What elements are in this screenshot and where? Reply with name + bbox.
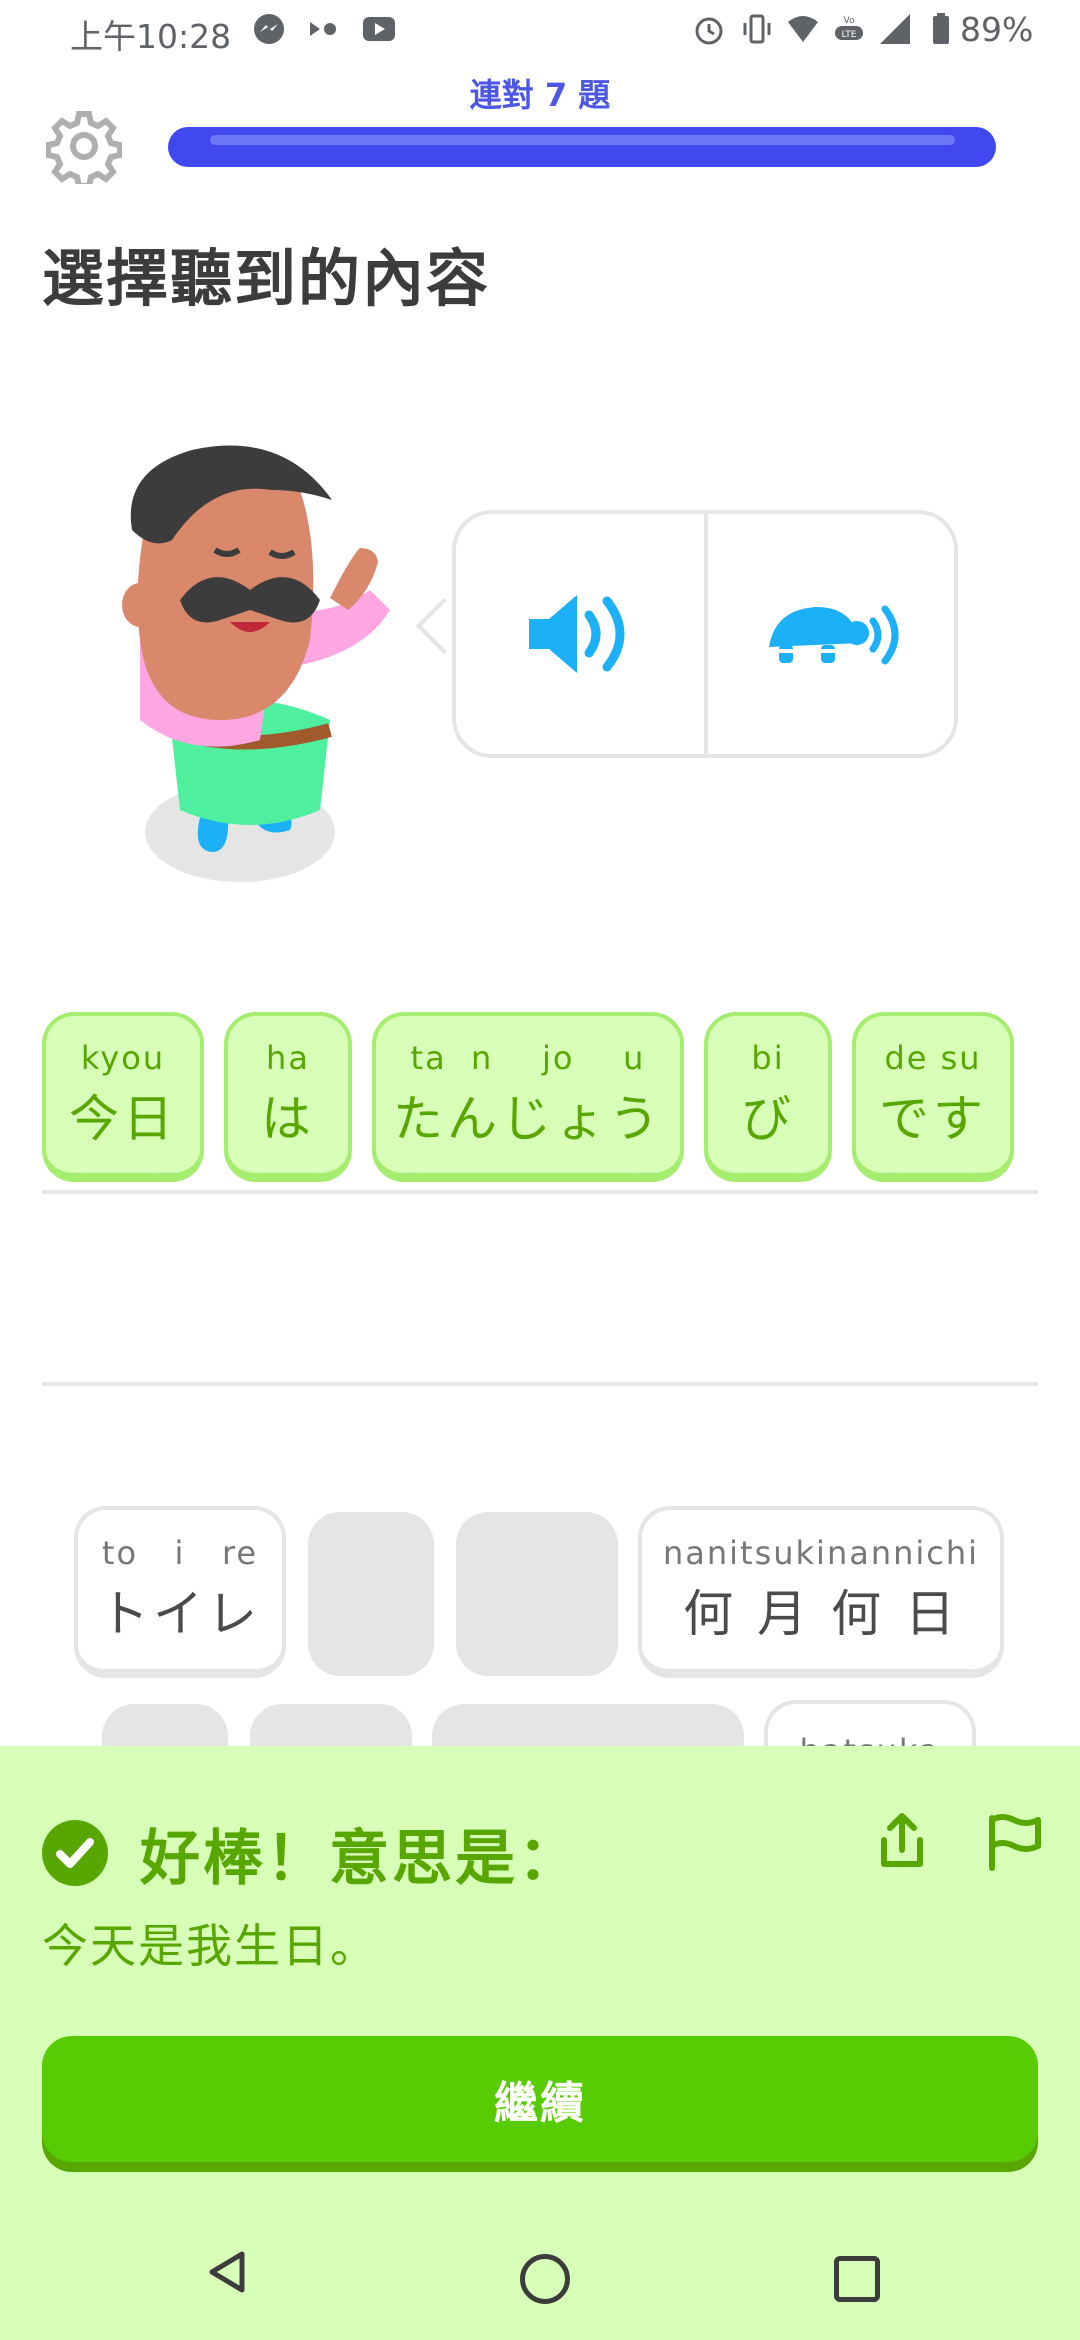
tile-text: は [261, 1089, 315, 1148]
tile-romaji: kyou [80, 1038, 166, 1077]
tile-text: です [879, 1089, 987, 1148]
answer-tile[interactable]: de su です [852, 1012, 1014, 1182]
empty-slot [308, 1512, 434, 1676]
answer-tile[interactable]: kyou 今日 [42, 1012, 204, 1182]
turtle-speaker-icon [765, 605, 899, 665]
media-dots-icon [310, 22, 336, 36]
answer-line-1 [42, 1190, 1038, 1194]
speaker-icon [529, 595, 625, 673]
status-bar: 上午10:28 LTE Vo 89% [0, 0, 1080, 64]
tile-romaji: ta n jo u [410, 1038, 646, 1077]
tile-romaji: nanitsukinannichi [662, 1533, 980, 1572]
tile-romaji: to i re [101, 1533, 259, 1572]
status-time: 上午10:28 [70, 17, 232, 56]
svg-text:Vo: Vo [844, 16, 855, 26]
battery-icon [933, 13, 949, 44]
tile-romaji: ha [266, 1038, 310, 1077]
answer-line-2 [42, 1382, 1038, 1386]
share-icon[interactable] [870, 1810, 934, 1874]
continue-button[interactable]: 繼續 [42, 2036, 1038, 2162]
tile-text: トイレ [99, 1584, 261, 1643]
answer-tile[interactable]: bi び [704, 1012, 832, 1182]
signal-icon [880, 14, 910, 44]
svg-text:LTE: LTE [842, 30, 857, 40]
tile-text: 今日 [69, 1089, 177, 1148]
nav-recents-icon[interactable] [834, 2256, 880, 2302]
tile-text: たんじょう [393, 1089, 663, 1148]
lesson-progress-bar [168, 127, 996, 167]
answer-tile[interactable]: ha は [224, 1012, 352, 1182]
flag-icon[interactable] [978, 1810, 1042, 1874]
progress-highlight [210, 135, 955, 145]
streak-label: 連對 7 題 [469, 76, 611, 114]
tile-romaji: de su [884, 1038, 982, 1077]
character-illustration [122, 445, 390, 882]
feedback-translation: 今天是我生日。 [42, 1919, 378, 1973]
messenger-icon [254, 14, 284, 44]
empty-slot [456, 1512, 618, 1676]
prompt-title: 選擇聽到的內容 [42, 242, 491, 315]
answer-tile[interactable]: ta n jo u たんじょう [372, 1012, 684, 1182]
feedback-title: 好棒！意思是： [140, 1824, 581, 1894]
battery-percent: 89% [960, 10, 1034, 49]
wifi-icon [788, 16, 818, 42]
vibrate-icon [743, 14, 771, 44]
check-circle-icon [42, 1820, 108, 1886]
alarm-icon [695, 17, 723, 45]
nav-back-icon[interactable] [206, 2250, 250, 2294]
gear-icon[interactable] [46, 108, 122, 184]
youtube-icon [363, 17, 395, 41]
slow-audio-button[interactable] [708, 514, 954, 754]
word-bank-tile[interactable]: to i re トイレ [74, 1506, 286, 1678]
tile-romaji: bi [751, 1038, 785, 1077]
word-bank-tile[interactable]: nanitsukinannichi 何 月 何 日 [638, 1506, 1004, 1678]
volte-icon: LTE Vo [835, 16, 863, 40]
play-audio-button[interactable] [456, 514, 704, 754]
tile-text: 何 月 何 日 [683, 1584, 959, 1643]
tile-text: び [741, 1089, 795, 1148]
nav-home-icon[interactable] [520, 2254, 570, 2304]
